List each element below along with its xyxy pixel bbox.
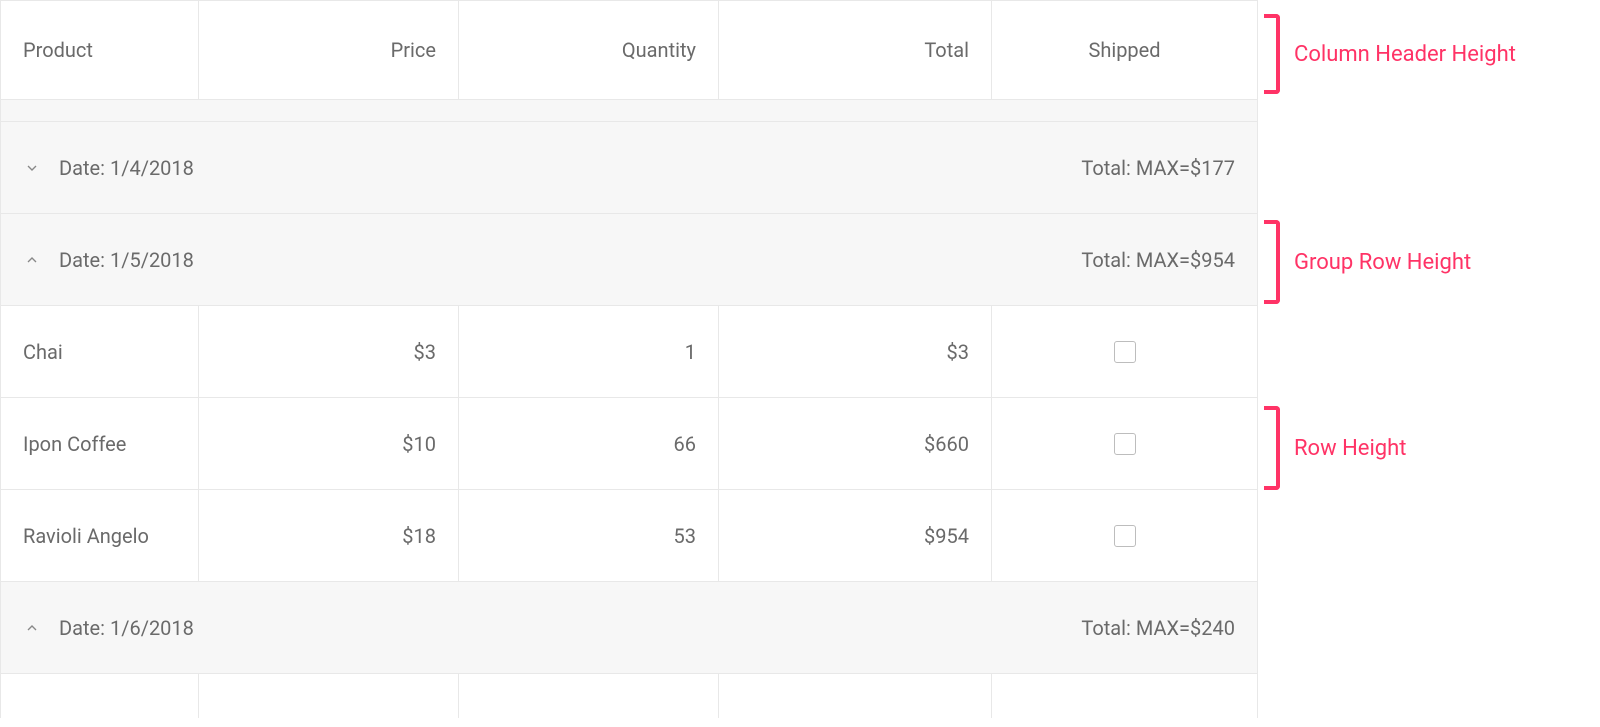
group-summary: Total: MAX=$177 [1081, 156, 1235, 180]
shipped-checkbox[interactable] [1114, 525, 1136, 547]
cell-total: $660 [719, 398, 992, 489]
annotation-row-height: Row Height [1258, 406, 1406, 490]
annotation-label: Column Header Height [1294, 42, 1516, 67]
table-row[interactable]: Ravioli Angelo $18 53 $954 [1, 490, 1257, 582]
column-header-shipped[interactable]: Shipped [992, 1, 1257, 100]
cell-total [719, 674, 992, 718]
cell-product [1, 674, 199, 718]
cell-total: $954 [719, 490, 992, 581]
group-label: Date: 1/6/2018 [59, 616, 194, 640]
cell-price [199, 674, 459, 718]
chevron-up-icon[interactable] [23, 619, 41, 637]
group-label: Date: 1/4/2018 [59, 156, 194, 180]
bracket-icon [1264, 220, 1280, 304]
cell-price: $18 [199, 490, 459, 581]
column-header-product[interactable]: Product [1, 1, 199, 100]
cell-product: Ipon Coffee [1, 398, 199, 489]
cell-price: $10 [199, 398, 459, 489]
annotation-header-height: Column Header Height [1258, 14, 1516, 94]
cell-quantity [459, 674, 719, 718]
group-row[interactable]: Date: 1/6/2018 Total: MAX=$240 [1, 582, 1257, 674]
cell-product: Chai [1, 306, 199, 397]
chevron-down-icon[interactable] [23, 159, 41, 177]
cell-shipped [992, 490, 1257, 581]
cell-total: $3 [719, 306, 992, 397]
column-header-row: Product Price Quantity Total Shipped [1, 1, 1257, 100]
cell-quantity: 1 [459, 306, 719, 397]
table-row[interactable]: Chai $3 1 $3 [1, 306, 1257, 398]
cell-shipped [992, 306, 1257, 397]
shipped-checkbox[interactable] [1114, 433, 1136, 455]
cell-quantity: 66 [459, 398, 719, 489]
cell-shipped [992, 398, 1257, 489]
annotation-label: Row Height [1294, 436, 1406, 461]
cell-product: Ravioli Angelo [1, 490, 199, 581]
group-row[interactable]: Date: 1/5/2018 Total: MAX=$954 [1, 214, 1257, 306]
group-summary: Total: MAX=$240 [1081, 616, 1235, 640]
annotation-label: Group Row Height [1294, 250, 1471, 275]
cell-price: $3 [199, 306, 459, 397]
group-label: Date: 1/5/2018 [59, 248, 194, 272]
group-row[interactable]: Date: 1/4/2018 Total: MAX=$177 [1, 122, 1257, 214]
column-header-quantity[interactable]: Quantity [459, 1, 719, 100]
bracket-icon [1264, 406, 1280, 490]
bracket-icon [1264, 14, 1280, 94]
cell-shipped [992, 674, 1257, 718]
column-header-price[interactable]: Price [199, 1, 459, 100]
table-row[interactable] [1, 674, 1257, 718]
cell-quantity: 53 [459, 490, 719, 581]
column-header-total[interactable]: Total [719, 1, 992, 100]
table-row[interactable]: Ipon Coffee $10 66 $660 [1, 398, 1257, 490]
data-grid: Product Price Quantity Total Shipped Dat… [0, 0, 1258, 718]
shipped-checkbox[interactable] [1114, 341, 1136, 363]
group-summary: Total: MAX=$954 [1081, 248, 1235, 272]
annotation-group-row-height: Group Row Height [1258, 220, 1471, 304]
chevron-up-icon[interactable] [23, 251, 41, 269]
group-header-spacer [1, 100, 1257, 122]
